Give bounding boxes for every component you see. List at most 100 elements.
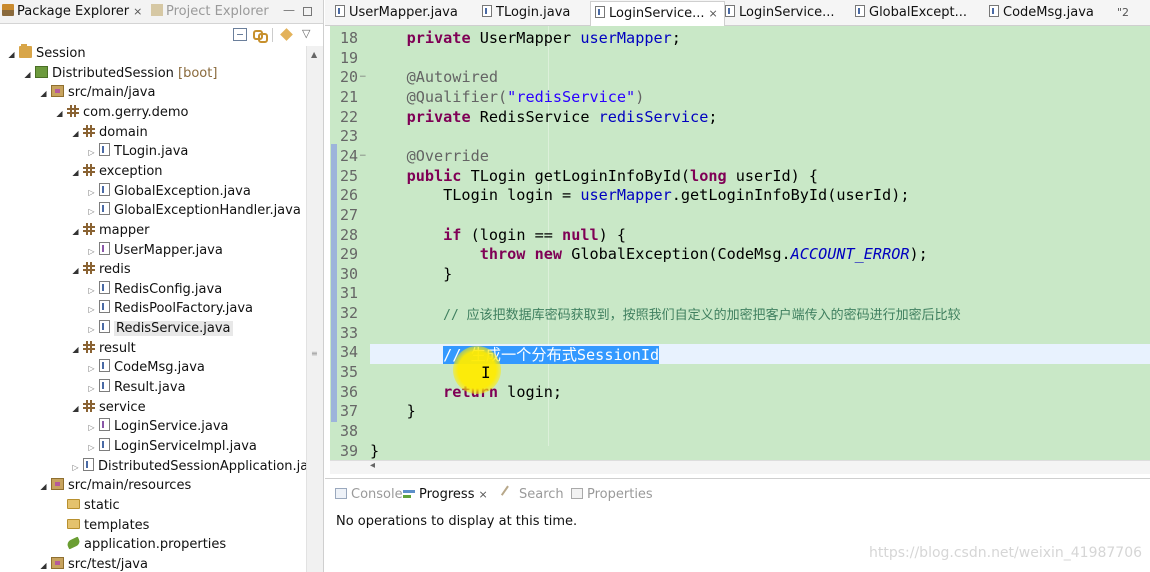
tree-item[interactable]: mapper [70,221,149,241]
tree-item[interactable]: RedisPoolFactory.java [86,299,253,319]
close-icon[interactable]: ⨯ [133,5,142,18]
tree-item[interactable]: DistributedSession [boot] [22,64,217,84]
tree-item[interactable]: static [54,496,120,516]
editor-tab[interactable]: GlobalExcept... [855,4,967,22]
tree-item[interactable]: RedisService.java [86,319,233,339]
collapsed-arrow-icon[interactable] [86,143,97,163]
editor-tab[interactable]: UserMapper.java [335,4,458,22]
tree-item[interactable]: DistributedSessionApplication.jav [70,457,316,477]
tree-item[interactable]: application.properties [54,535,226,555]
close-icon[interactable]: ⨯ [478,488,487,501]
expanded-arrow-icon[interactable] [70,261,81,281]
tree-item[interactable]: Session [6,44,86,64]
expanded-arrow-icon[interactable] [70,399,81,419]
expanded-arrow-icon[interactable] [70,124,81,144]
collapsed-arrow-icon[interactable] [86,281,97,301]
collapsed-arrow-icon[interactable] [86,202,97,222]
tree-item-label: exception [99,163,163,179]
java-file-icon [482,5,492,17]
code-token: private [406,107,471,126]
expanded-arrow-icon[interactable] [38,84,49,104]
scroll-up-icon[interactable]: ▲ [311,50,317,59]
tree-item[interactable]: RedisConfig.java [86,280,222,300]
tree-item[interactable]: domain [70,123,148,143]
expanded-arrow-icon[interactable] [70,340,81,360]
close-icon[interactable]: ⨯ [709,7,718,20]
tree-item-label: src/main/java [68,85,156,101]
tree-item[interactable]: Result.java [86,378,186,398]
editor-tab[interactable]: CodeMsg.java [989,4,1094,22]
package-icon [83,262,95,275]
tree-item[interactable]: com.gerry.demo [54,103,188,123]
tree-item[interactable]: TLogin.java [86,142,188,162]
fold-icon[interactable]: − [359,72,367,82]
tree-item[interactable]: src/test/java [38,555,148,572]
code-line: @Qualifier("redisService") [370,88,645,106]
expanded-arrow-icon[interactable] [70,222,81,242]
tree-item[interactable]: templates [54,516,149,536]
editor-tab-label: UserMapper.java [349,5,458,20]
tree-item[interactable]: GlobalException.java [86,182,251,202]
tree-item[interactable]: UserMapper.java [86,241,223,261]
tree-item[interactable]: exception [70,162,163,182]
code-line: @Override [370,147,489,165]
collapsed-arrow-icon[interactable] [86,438,97,458]
expanded-arrow-icon[interactable] [38,477,49,497]
bottom-tab-label: Progress [419,487,475,502]
collapsed-arrow-icon[interactable] [86,242,97,262]
tree-item[interactable]: GlobalExceptionHandler.java [86,201,301,221]
tab-overflow-indicator[interactable]: "2 [1117,6,1129,19]
bottom-tab-label: Properties [587,487,653,502]
tree-item[interactable]: service [70,398,146,418]
expanded-arrow-icon[interactable] [70,163,81,183]
expanded-arrow-icon[interactable] [38,556,49,572]
folder-icon [67,498,80,509]
collapsed-arrow-icon[interactable] [86,320,97,340]
expanded-arrow-icon[interactable] [54,104,65,124]
line-number: 39 [340,441,359,460]
collapse-all-icon[interactable] [233,28,247,41]
maximize-icon[interactable] [303,7,312,16]
tab-project-explorer[interactable]: Project Explorer [151,3,269,21]
tab-search[interactable]: Search [500,485,564,502]
tree-item[interactable]: result [70,339,136,359]
tree-item[interactable]: LoginService.java [86,417,229,437]
code-token: RedisService [470,107,599,126]
java-file-icon [335,5,345,17]
minimize-icon[interactable]: — [283,3,295,17]
tab-properties[interactable]: Properties [571,487,653,502]
collapsed-arrow-icon[interactable] [86,183,97,203]
collapsed-arrow-icon[interactable] [86,379,97,399]
tree-item[interactable]: LoginServiceImpl.java [86,437,257,457]
collapsed-arrow-icon[interactable] [86,359,97,379]
tree-item-label: RedisService.java [114,321,233,337]
tab-package-explorer[interactable]: Package Explorer ⨯ [2,3,142,21]
editor-horizontal-scrollbar[interactable]: ◂ [330,460,1150,474]
tree-item-label: service [99,399,146,415]
tab-progress[interactable]: Progress ⨯ [403,487,488,502]
fold-icon[interactable]: − [359,151,367,161]
view-menu-icon[interactable]: ▽ [302,28,316,41]
tree-item[interactable]: redis [70,260,131,280]
editor-tab[interactable]: LoginService... [725,4,835,22]
explorer-scrollbar[interactable]: ▲ ≡ [306,46,323,572]
scroll-grip-icon[interactable]: ≡ [311,349,319,358]
tree-item[interactable]: CodeMsg.java [86,358,205,378]
tab-console[interactable]: Console [335,487,403,502]
focus-icon[interactable] [280,28,294,41]
editor-tab[interactable]: LoginService... ⨯ [590,1,725,26]
tree-item[interactable]: src/main/resources [38,476,191,496]
java-editor[interactable]: 18 private UserMapper userMapper; 19 20− @… [330,26,1150,460]
link-with-editor-icon[interactable] [252,28,268,43]
expanded-arrow-icon[interactable] [22,65,33,85]
collapsed-arrow-icon[interactable] [70,458,81,478]
tree-item[interactable]: src/main/java [38,83,155,103]
expanded-arrow-icon[interactable] [6,45,17,65]
scroll-left-icon[interactable]: ◂ [370,460,375,471]
editor-tab[interactable]: TLogin.java [482,4,570,22]
java-class-icon [99,320,110,334]
collapsed-arrow-icon[interactable] [86,418,97,438]
code-token: null [562,225,599,244]
collapsed-arrow-icon[interactable] [86,300,97,320]
